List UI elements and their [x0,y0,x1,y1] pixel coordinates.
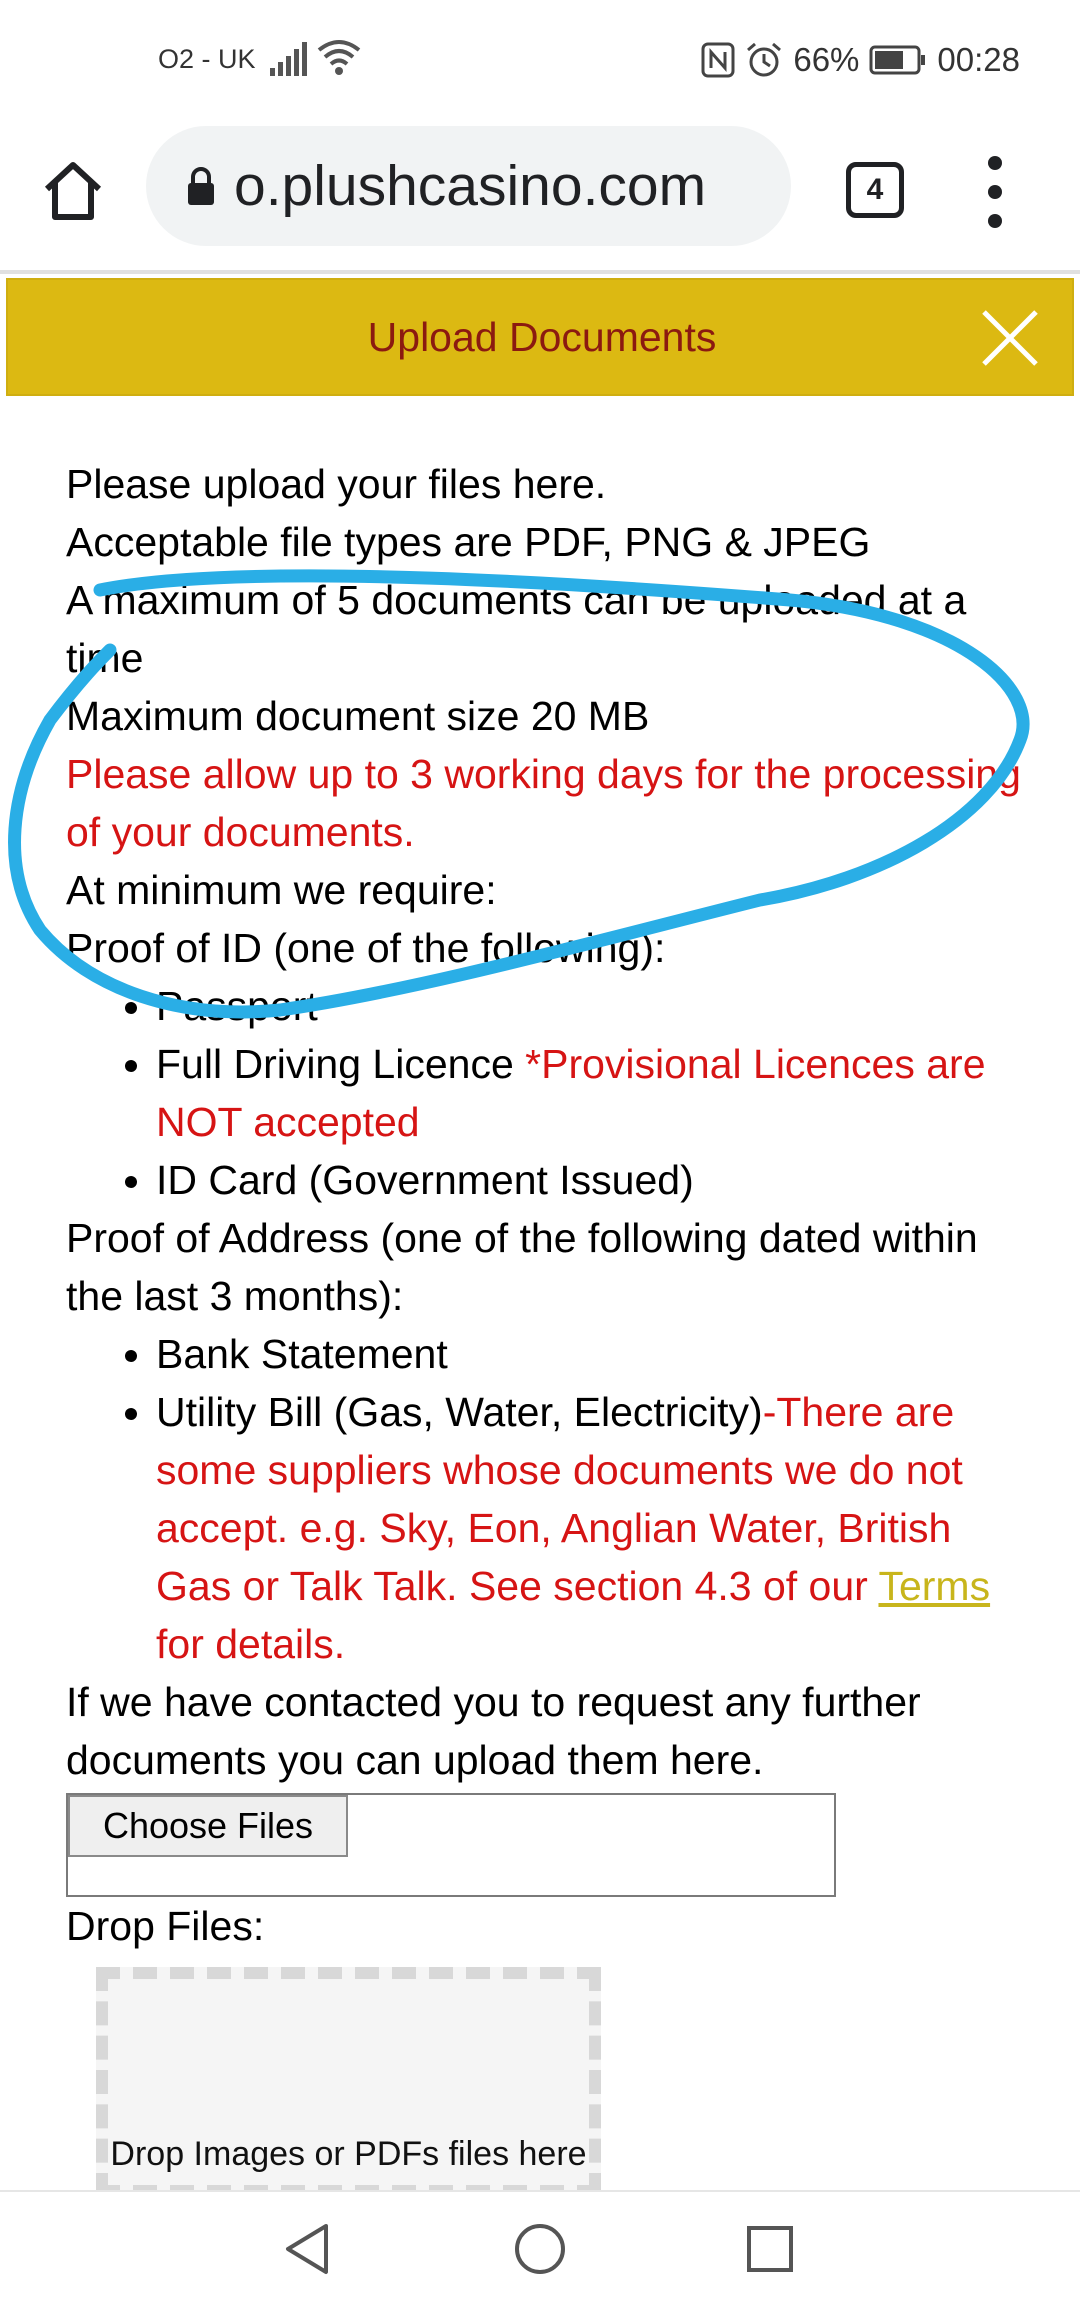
upload-instructions: Please upload your files here. Acceptabl… [66,455,1026,2197]
home-nav-icon[interactable] [505,2214,575,2284]
terms-link[interactable]: Terms [878,1563,990,1609]
file-input[interactable]: Choose Files [66,1793,836,1897]
clock: 00:28 [937,41,1020,78]
proof-id-heading: Proof of ID (one of the following): [66,925,666,971]
address-list: Bank Statement Utility Bill (Gas, Water,… [66,1325,1026,1673]
proof-address-heading: Proof of Address (one of the following d… [66,1215,978,1319]
instruction-line: Maximum document size 20 MB [66,693,650,739]
status-bar: O2 - UK 66% 00:28 [0,0,1080,126]
status-right: 66% 00:28 [701,40,1020,80]
battery-percent: 66% [793,41,860,78]
list-item: Passport [156,977,1026,1035]
modal-title: Upload Documents [367,314,717,360]
further-documents-note: If we have contacted you to request any … [66,1679,921,1783]
toolbar-divider [0,270,1080,274]
close-icon[interactable] [978,306,1042,370]
instruction-line: Please upload your files here. [66,461,607,507]
signal-icon [270,42,307,76]
home-icon [44,162,102,220]
modal-header: Upload Documents [6,278,1074,396]
alarm-icon [747,42,782,77]
lock-icon [186,165,216,207]
list-item: Utility Bill (Gas, Water, Electricity)-T… [156,1383,1026,1673]
drop-zone-text: Drop Images or PDFs files here [110,2135,587,2173]
choose-files-button[interactable]: Choose Files [68,1795,348,1857]
drop-files-label: Drop Files: [66,1903,265,1949]
carrier-label: O2 - UK [158,44,256,74]
browser-toolbar: o.plushcasino.com 4 [0,126,1080,270]
more-options-icon[interactable] [980,156,1010,228]
processing-notice: Please allow up to 3 working days for th… [66,751,1021,855]
navigation-bar [0,2190,1080,2312]
list-item: Bank Statement [156,1325,1026,1383]
recents-icon[interactable] [735,2214,805,2284]
address-bar[interactable]: o.plushcasino.com [146,126,791,246]
instruction-line: Acceptable file types are PDF, PNG & JPE… [66,519,871,565]
url-text: o.plushcasino.com [234,154,707,218]
drop-zone[interactable]: Drop Images or PDFs files here [96,1967,601,2197]
list-item: ID Card (Government Issued) [156,1151,1026,1209]
instruction-line: A maximum of 5 documents can be uploaded… [66,577,967,681]
minimum-requirement: At minimum we require: [66,867,497,913]
home-button[interactable] [38,156,108,226]
battery-icon [869,45,926,75]
back-icon[interactable] [272,2214,342,2284]
id-list: Passport Full Driving Licence *Provision… [66,977,1026,1209]
nfc-icon [701,42,735,78]
wifi-icon [317,40,361,75]
tab-switcher-button[interactable]: 4 [846,162,904,218]
list-item: Full Driving Licence *Provisional Licenc… [156,1035,1026,1151]
